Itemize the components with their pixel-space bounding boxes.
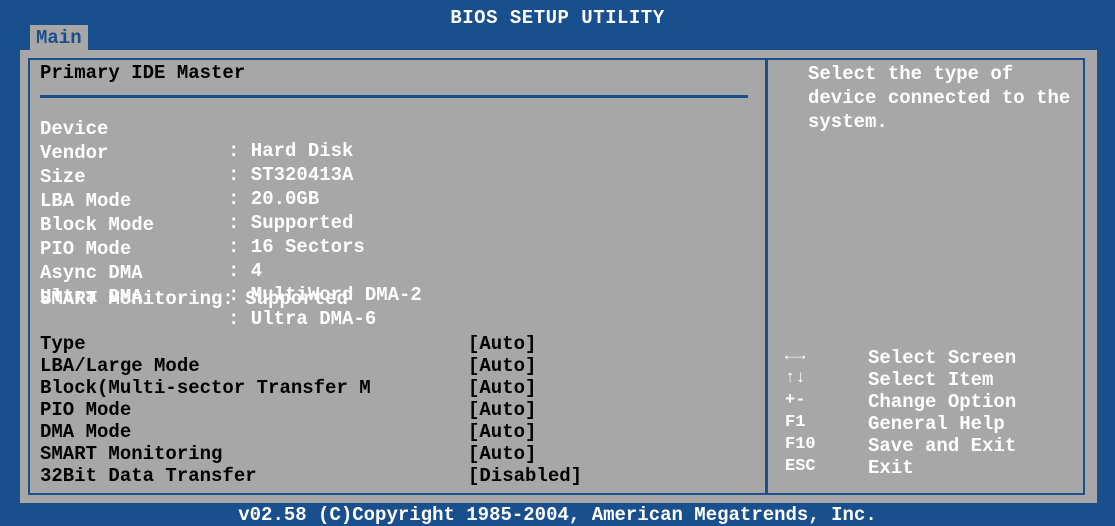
tab-main[interactable]: Main <box>30 25 88 51</box>
f10-key: F10 <box>785 435 816 454</box>
setting-label: 32Bit Data Transfer <box>40 465 257 487</box>
setting-type[interactable]: Type [Auto] <box>40 333 760 355</box>
section-rule <box>40 95 748 98</box>
setting-label: LBA/Large Mode <box>40 355 200 377</box>
setting-lba-large-mode[interactable]: LBA/Large Mode [Auto] <box>40 355 760 377</box>
section-title: Primary IDE Master <box>40 62 246 84</box>
key-hint-change-option: +- Change Option <box>772 391 1082 413</box>
setting-value[interactable]: [Auto] <box>468 355 536 377</box>
setting-label: DMA Mode <box>40 421 132 443</box>
setting-label: SMART Monitoring <box>40 443 223 465</box>
title-bar: BIOS SETUP UTILITY Main <box>0 0 1115 51</box>
key-hint-select-item: ↑↓ Select Item <box>772 369 1082 391</box>
setting-block-mode[interactable]: Block(Multi-sector Transfer M [Auto] <box>40 377 760 399</box>
info-value: : Hard Disk <box>228 140 354 162</box>
arrows-up-down-icon: ↑↓ <box>785 369 806 388</box>
info-value: : Ultra DMA-6 <box>228 308 377 330</box>
setting-value[interactable]: [Auto] <box>468 333 536 355</box>
info-value: : Supported <box>228 212 354 234</box>
smart-info-row: SMART Monitoring: Supported <box>40 288 348 310</box>
key-description: Exit <box>868 457 914 479</box>
key-hint-save-exit: F10 Save and Exit <box>772 435 1082 457</box>
info-value: : 20.0GB <box>228 188 320 210</box>
arrows-left-right-icon: ←→ <box>785 347 806 366</box>
info-value: : ST320413A <box>228 164 354 186</box>
setting-value[interactable]: [Auto] <box>468 399 536 421</box>
setting-value[interactable]: [Auto] <box>468 421 536 443</box>
info-value: : 4 <box>228 260 263 282</box>
key-description: Select Screen <box>868 347 1017 369</box>
setting-value[interactable]: [Auto] <box>468 443 536 465</box>
key-description: Change Option <box>868 391 1017 413</box>
setting-32bit-transfer[interactable]: 32Bit Data Transfer [Disabled] <box>40 465 760 487</box>
setting-value[interactable]: [Auto] <box>468 377 536 399</box>
key-description: General Help <box>868 413 1005 435</box>
panel-divider <box>765 58 768 495</box>
bios-screen: { "window": { "title": "BIOS SETUP UTILI… <box>0 0 1115 526</box>
key-description: Select Item <box>868 369 994 391</box>
setting-value[interactable]: [Disabled] <box>468 465 582 487</box>
key-hint-exit: ESC Exit <box>772 457 1082 479</box>
copyright-footer: v02.58 (C)Copyright 1985-2004, American … <box>238 504 877 526</box>
info-value: : 16 Sectors <box>228 236 365 258</box>
setting-label: Block(Multi-sector Transfer M <box>40 377 371 399</box>
plus-minus-key: +- <box>785 391 806 410</box>
setting-dma-mode[interactable]: DMA Mode [Auto] <box>40 421 760 443</box>
setting-label: Type <box>40 333 86 355</box>
setting-label: PIO Mode <box>40 399 132 421</box>
window-title: BIOS SETUP UTILITY <box>450 7 665 29</box>
esc-key: ESC <box>785 457 816 476</box>
key-hint-general-help: F1 General Help <box>772 413 1082 435</box>
key-description: Save and Exit <box>868 435 1017 457</box>
f1-key: F1 <box>785 413 806 432</box>
help-text: Select the type of device connected to t… <box>808 63 1071 133</box>
key-hint-select-screen: ←→ Select Screen <box>772 347 1082 369</box>
setting-pio-mode[interactable]: PIO Mode [Auto] <box>40 399 760 421</box>
setting-smart-monitoring[interactable]: SMART Monitoring [Auto] <box>40 443 760 465</box>
